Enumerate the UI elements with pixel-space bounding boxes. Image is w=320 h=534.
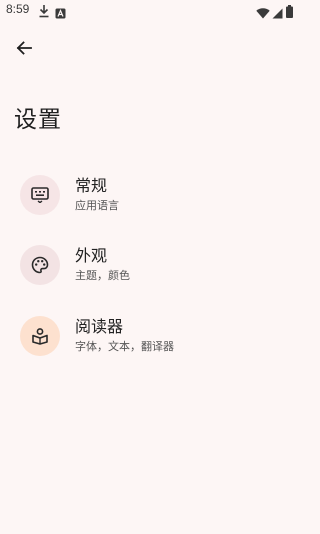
- settings-item-appearance[interactable]: 外观 主题，颜色: [0, 236, 300, 298]
- page-title: 设置: [14, 107, 62, 133]
- battery-icon: [286, 3, 293, 22]
- book-reader-icon: [32, 328, 48, 345]
- status-bar: 8:59: [0, 0, 300, 22]
- item-title: 常规: [75, 176, 108, 195]
- item-icon-container: [20, 175, 60, 215]
- download-icon: [38, 3, 50, 22]
- back-button[interactable]: [10, 34, 38, 62]
- item-title: 阅读器: [75, 317, 124, 336]
- signal-icon: [272, 4, 283, 23]
- wifi-icon: [256, 4, 270, 23]
- item-icon-container: [20, 316, 60, 356]
- status-time: 8:59: [6, 2, 30, 16]
- palette-icon: [31, 256, 49, 274]
- item-icon-container: [20, 245, 60, 285]
- arrow-left-icon: [16, 41, 32, 55]
- item-subtitle: 应用语言: [75, 199, 119, 212]
- a-badge-icon: [55, 4, 66, 23]
- keyboard-icon: [31, 187, 49, 203]
- settings-item-reader[interactable]: 阅读器 字体，文本，翻译器: [0, 307, 300, 369]
- item-title: 外观: [75, 246, 108, 265]
- item-subtitle: 主题，颜色: [75, 269, 130, 282]
- settings-screen: 8:59 设置 常规 应用语言 外观 主题，颜色 阅读器 字体，文本，翻译器: [0, 0, 300, 534]
- settings-item-general[interactable]: 常规 应用语言: [0, 166, 300, 228]
- item-subtitle: 字体，文本，翻译器: [75, 340, 174, 353]
